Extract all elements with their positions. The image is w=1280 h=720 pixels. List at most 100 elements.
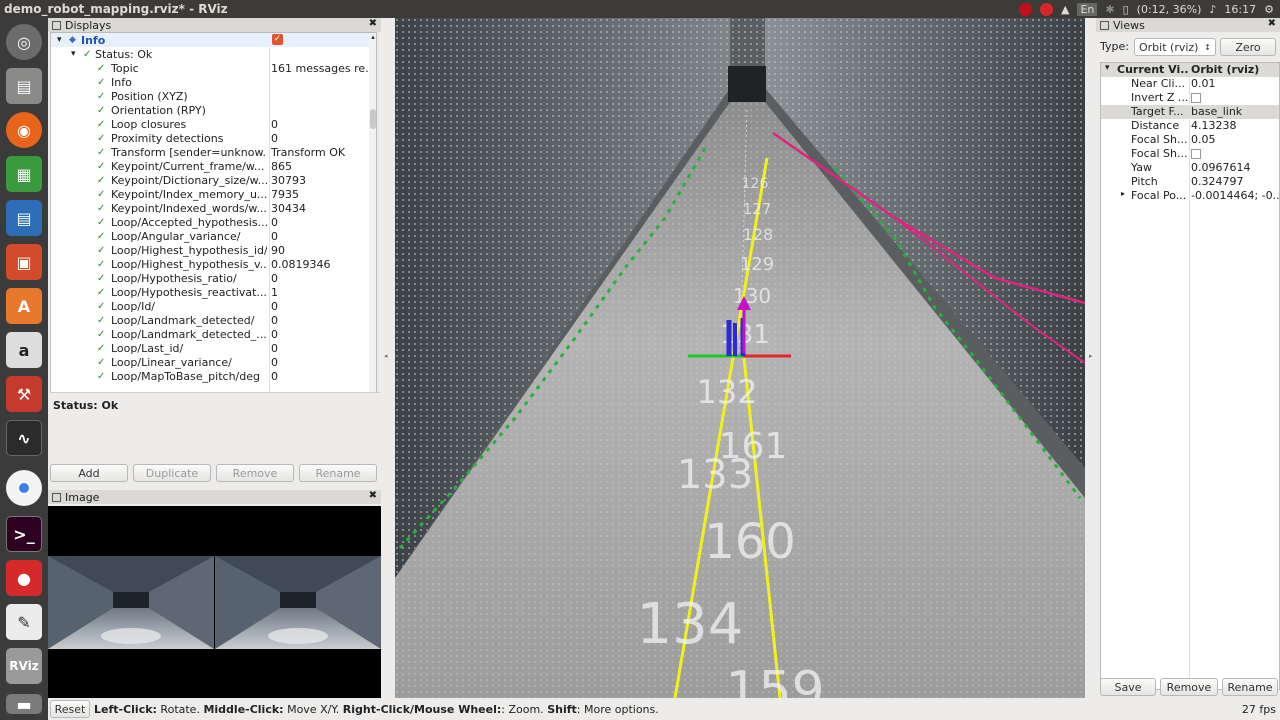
chrome-icon[interactable] [6,470,42,506]
expand-arrow-icon[interactable]: ▾ [57,35,62,45]
status-property-row[interactable]: ✓ Loop/Highest_hypothesis_id/90 [51,243,376,257]
view-property-row[interactable]: Target F... base_link [1101,105,1279,119]
zero-button[interactable]: Zero [1220,38,1276,56]
property-name: Keypoint/Current_frame/w... [111,159,265,173]
view-property-name: Focal Sh... [1131,133,1188,146]
status-property-row[interactable]: ✓ Orientation (RPY) [51,103,376,117]
status-property-row[interactable]: ✓ Loop/Landmark_detected/0 [51,313,376,327]
calc-icon[interactable]: ▦ [6,156,42,192]
remove-button[interactable]: Remove [216,464,294,482]
property-checkbox[interactable] [1191,147,1280,162]
recorder-icon[interactable]: ● [6,560,42,596]
status-property-row[interactable]: ✓ Proximity detections 0 [51,131,376,145]
status-property-row[interactable]: ✓ Loop/Id/0 [51,299,376,313]
close-icon[interactable]: ✖ [369,490,377,501]
status-property-row[interactable]: ✓ Loop/Highest_hypothesis_v... 0.0819346 [51,257,376,271]
impress-icon[interactable]: ▣ [6,244,42,280]
bluetooth-icon[interactable]: ✱ [1105,3,1114,16]
rename-button[interactable]: Rename [299,464,377,482]
status-property-row[interactable]: ✓ Loop/Accepted_hypothesis... 0 [51,215,376,229]
tree-scrollbar[interactable]: ▴ ▾ [369,33,376,405]
left-splitter[interactable]: ◂ [381,18,391,698]
info-display-row[interactable]: ▾ ◆ Info ✓ [51,33,376,47]
keyboard-layout[interactable]: En [1077,2,1098,16]
status-property-row[interactable]: ✓ Loop/Angular_variance/0 [51,229,376,243]
status-property-row[interactable]: ✓ Topic 161 messages re... [51,61,376,75]
view-property-row[interactable]: Focal Sh... [1101,147,1279,161]
scroll-up-icon[interactable]: ▴ [369,33,376,41]
clock[interactable]: 16:17 [1224,3,1256,16]
files-icon[interactable]: ▤ [6,68,42,104]
property-name: Transform [sender=unknow... [111,145,267,159]
property-value: 0 [271,215,278,229]
system-monitor-icon[interactable]: ∿ [6,420,42,456]
remove-view-button[interactable]: Remove [1160,678,1218,696]
view-property-row[interactable]: Invert Z ... [1101,91,1279,105]
close-icon[interactable]: ✖ [369,18,377,29]
status-property-row[interactable]: ✓ Loop closures 0 [51,117,376,131]
firefox-icon[interactable]: ◉ [6,112,42,148]
current-view-row[interactable]: ▾ Current Vi... Orbit (rviz) [1101,63,1279,77]
dash-icon[interactable]: ◎ [6,24,42,60]
view-property-row[interactable]: Pitch 0.324797 [1101,175,1279,189]
rename-view-button[interactable]: Rename [1222,678,1278,696]
render-view-3d[interactable]: 126127128129130131132161133160134159 [395,18,1085,698]
view-property-row[interactable]: Focal Sh... 0.05 [1101,133,1279,147]
expand-arrow-icon[interactable]: ▾ [71,49,76,59]
writer-icon[interactable]: ▤ [6,200,42,236]
property-checkbox[interactable] [1191,91,1280,106]
hint-text: Left-Click: Rotate. Middle-Click: Move X… [94,703,659,716]
status-property-row[interactable]: ✓ Position (XYZ) [51,89,376,103]
view-property-row[interactable]: Focal Po... -0.0014464; -0.... ▸ [1101,189,1280,203]
view-property-row[interactable]: Near Cli... 0.01 [1101,77,1279,91]
status-property-row[interactable]: ✓ Info [51,75,376,89]
volume-icon[interactable]: ♪ [1209,3,1216,16]
status-property-row[interactable]: ✓ Keypoint/Indexed_words/w... 30434 [51,201,376,215]
displays-tree[interactable]: ▾ ◆ Info ✓ ▾ ✓ Status: Ok ✓ Topic 161 mess… [50,32,377,406]
battery-status[interactable]: (0:12, 36%) [1137,3,1202,16]
terminal-icon[interactable]: >_ [6,516,42,552]
view-property-row[interactable]: Yaw 0.0967614 [1101,161,1279,175]
enabled-checkbox[interactable]: ✓ [272,34,283,45]
right-splitter[interactable]: ▸ [1086,18,1096,698]
no-entry-icon[interactable] [1039,2,1053,16]
rviz-icon[interactable]: RViz [6,648,42,684]
property-value: 1 [271,285,278,299]
expand-arrow-icon[interactable]: ▸ [1121,189,1125,198]
text-editor-icon[interactable]: ✎ [6,604,42,640]
close-icon[interactable]: ✖ [1268,18,1276,29]
wifi-icon[interactable]: ▲ [1061,3,1069,16]
system-settings-icon[interactable]: ⚒ [6,376,42,412]
status-property-row[interactable]: ✓ Loop/Hypothesis_ratio/0 [51,271,376,285]
status-row[interactable]: ▾ ✓ Status: Ok [51,47,376,61]
battery-icon[interactable]: ▯ [1123,3,1129,16]
status-property-row[interactable]: ✓ Keypoint/Dictionary_size/w... 30793 [51,173,376,187]
status-property-row[interactable]: ✓ Loop/Last_id/0 [51,341,376,355]
property-name: Loop/Angular_variance/ [111,229,241,243]
duplicate-button[interactable]: Duplicate [133,464,211,482]
status-property-row[interactable]: ✓ Keypoint/Index_memory_u... 7935 [51,187,376,201]
displays-title: Displays [65,18,112,32]
status-property-row[interactable]: ✓ Transform [sender=unknow... Transform OK [51,145,376,159]
status-property-row[interactable]: ✓ Loop/Hypothesis_reactivat... 1 [51,285,376,299]
views-tree[interactable]: ▾ Current Vi... Orbit (rviz) Near Cli...… [1100,62,1280,690]
trash-icon[interactable]: ▬ [6,694,42,714]
expand-arrow-icon[interactable]: ▾ [1105,63,1110,73]
view-property-name: Distance [1131,119,1180,132]
node-id-label: 133 [677,452,753,498]
scroll-thumb[interactable] [370,109,376,129]
status-property-row[interactable]: ✓ Keypoint/Current_frame/w... 865 [51,159,376,173]
settings-icon[interactable]: ⚙ [1264,3,1274,16]
save-view-button[interactable]: Save [1100,678,1156,696]
check-icon: ✓ [97,202,106,214]
view-type-select[interactable]: Orbit (rviz) ↕ [1134,38,1216,56]
reset-button[interactable]: Reset [50,700,90,718]
status-property-row[interactable]: ✓ Loop/Linear_variance/0 [51,355,376,369]
record-icon[interactable] [1018,2,1032,16]
amazon-icon[interactable]: a [6,332,42,368]
view-property-row[interactable]: Distance 4.13238 [1101,119,1279,133]
add-button[interactable]: Add [50,464,128,482]
software-center-icon[interactable]: A [6,288,42,324]
status-property-row[interactable]: ✓ Loop/MapToBase_pitch/deg 0 [51,369,376,383]
status-property-row[interactable]: ✓ Loop/Landmark_detected_... 0 [51,327,376,341]
